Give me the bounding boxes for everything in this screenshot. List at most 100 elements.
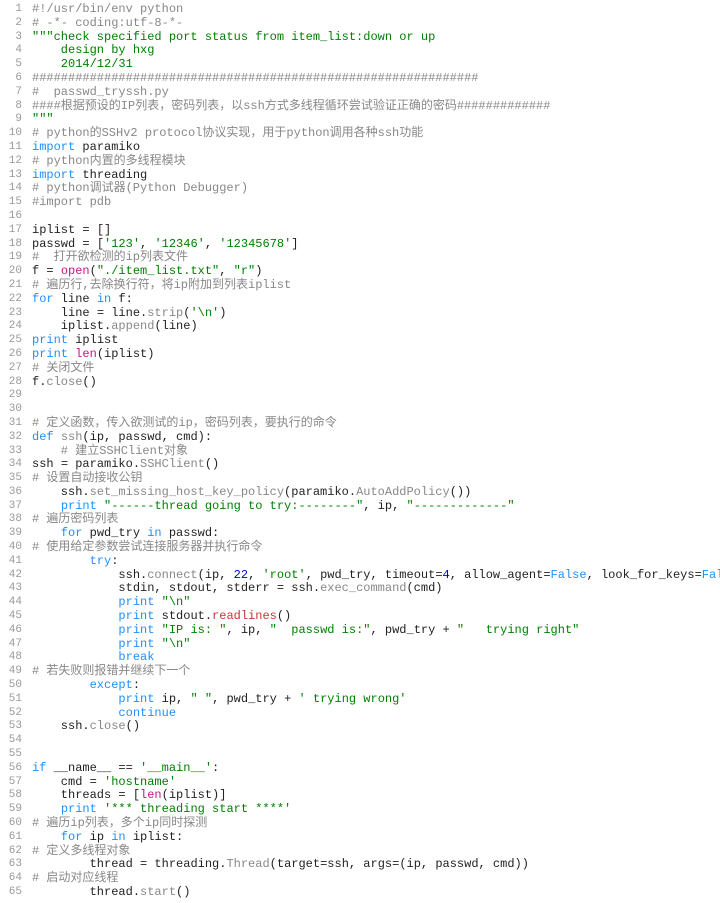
token-fn: Thread	[226, 857, 269, 871]
token-fn: exec_command	[320, 581, 406, 595]
code-line: #import pdb	[32, 196, 716, 210]
token-c: # 遍历ip列表，多个ip同时探测	[32, 816, 207, 830]
line-number: 33	[0, 445, 22, 459]
token-kw: if	[32, 761, 46, 775]
code-line: print '*** threading start ****'	[32, 803, 716, 817]
token-c: # 启动对应线程	[32, 871, 118, 885]
code-line: print ip, " ", pwd_try + ' trying wrong'	[32, 693, 716, 707]
token-s: """check specified port status from item…	[32, 30, 435, 44]
code-line: # 启动对应线程	[32, 872, 716, 886]
line-number: 12	[0, 155, 22, 169]
token-kw: in	[111, 830, 125, 844]
token-nm: ssh.	[284, 581, 320, 595]
token-nm: [	[90, 237, 104, 251]
code-line: print "IP is: ", ip, " passwd is:", pwd_…	[32, 624, 716, 638]
code-line	[32, 734, 716, 748]
token-op: =	[277, 581, 284, 595]
token-nm	[32, 609, 118, 623]
line-number: 41	[0, 555, 22, 569]
line-number: 3	[0, 31, 22, 45]
token-kw: print	[118, 637, 154, 651]
token-c: # 关闭文件	[32, 361, 94, 375]
line-number: 1	[0, 3, 22, 17]
token-nm: f:	[111, 292, 133, 306]
token-nm: threading	[75, 168, 147, 182]
token-nm: ssh	[32, 457, 61, 471]
token-nm: threads	[32, 788, 118, 802]
token-nm: (ip, passwd, cmd))	[399, 857, 529, 871]
token-c: # 定义函数，传入欲测试的ip，密码列表，要执行的命令	[32, 416, 337, 430]
code-line: """check specified port status from item…	[32, 31, 716, 45]
code-line: design by hxg	[32, 44, 716, 58]
token-nm: ,	[248, 568, 262, 582]
token-fn: AutoAddPolicy	[356, 485, 450, 499]
token-nm: ip,	[154, 692, 190, 706]
token-nm: (iplist)	[97, 347, 155, 361]
code-line	[32, 389, 716, 403]
line-number: 57	[0, 776, 22, 790]
token-s: 2014/12/31	[32, 57, 133, 71]
token-op: =	[118, 788, 125, 802]
line-number: 49	[0, 665, 22, 679]
token-rd: readlines	[212, 609, 277, 623]
line-number: 2	[0, 17, 22, 31]
token-nm: ,	[205, 237, 219, 251]
token-nm: iplist	[68, 333, 118, 347]
token-s: """	[32, 112, 54, 126]
token-op: =	[90, 775, 97, 789]
code-line: print iplist	[32, 334, 716, 348]
token-fn: connect	[147, 568, 197, 582]
token-nm: line.	[104, 306, 147, 320]
token-kw: import	[32, 140, 75, 154]
code-line: import paramiko	[32, 141, 716, 155]
code-line: iplist = []	[32, 224, 716, 238]
code-line: ####根据预设的IP列表，密码列表，以ssh方式多线程循环尝试验证正确的密码#…	[32, 100, 716, 114]
token-op: =	[61, 457, 68, 471]
line-number: 53	[0, 720, 22, 734]
code-line: ssh.set_missing_host_key_policy(paramiko…	[32, 486, 716, 500]
token-nm: f	[32, 264, 46, 278]
token-op: =	[97, 306, 104, 320]
token-nm	[32, 554, 90, 568]
token-kw: print	[32, 333, 68, 347]
line-number: 63	[0, 858, 22, 872]
token-nm	[154, 623, 161, 637]
line-number: 42	[0, 569, 22, 583]
token-nm: :	[111, 554, 118, 568]
line-number: 40	[0, 541, 22, 555]
token-c: #import pdb	[32, 195, 111, 209]
line-number: 55	[0, 748, 22, 762]
code-line: # 遍历ip列表，多个ip同时探测	[32, 817, 716, 831]
token-fn: set_missing_host_key_policy	[90, 485, 284, 499]
line-number: 5	[0, 58, 22, 72]
line-number: 43	[0, 582, 22, 596]
token-nm: ()	[277, 609, 291, 623]
token-c: # python的SSHv2 protocol协议实现，用于python调用各种…	[32, 126, 423, 140]
token-kw: False	[551, 568, 587, 582]
token-s: "\n"	[162, 595, 191, 609]
token-nm	[154, 637, 161, 651]
token-s: " "	[190, 692, 212, 706]
line-number: 6	[0, 72, 22, 86]
token-nm	[54, 264, 61, 278]
token-nm: pwd_try	[82, 526, 147, 540]
token-nm: ()	[176, 885, 190, 899]
code-line: stdin, stdout, stderr = ssh.exec_command…	[32, 582, 716, 596]
token-kw: print	[32, 347, 68, 361]
token-s: "-------------"	[407, 499, 515, 513]
line-number: 38	[0, 513, 22, 527]
token-s: " passwd is:"	[270, 623, 371, 637]
token-nm: (	[90, 264, 97, 278]
code-line: #!/usr/bin/env python	[32, 3, 716, 17]
token-s: "./item_list.txt"	[97, 264, 219, 278]
token-nm	[54, 430, 61, 444]
code-line: # 关闭文件	[32, 362, 716, 376]
line-number: 48	[0, 651, 22, 665]
token-nm: , ip,	[363, 499, 406, 513]
code-line: for pwd_try in passwd:	[32, 527, 716, 541]
line-number: 27	[0, 362, 22, 376]
code-line: # python的SSHv2 protocol协议实现，用于python调用各种…	[32, 127, 716, 141]
token-nm: , look_for_keys	[587, 568, 695, 582]
token-nm: passwd:	[162, 526, 220, 540]
token-nm	[97, 802, 104, 816]
